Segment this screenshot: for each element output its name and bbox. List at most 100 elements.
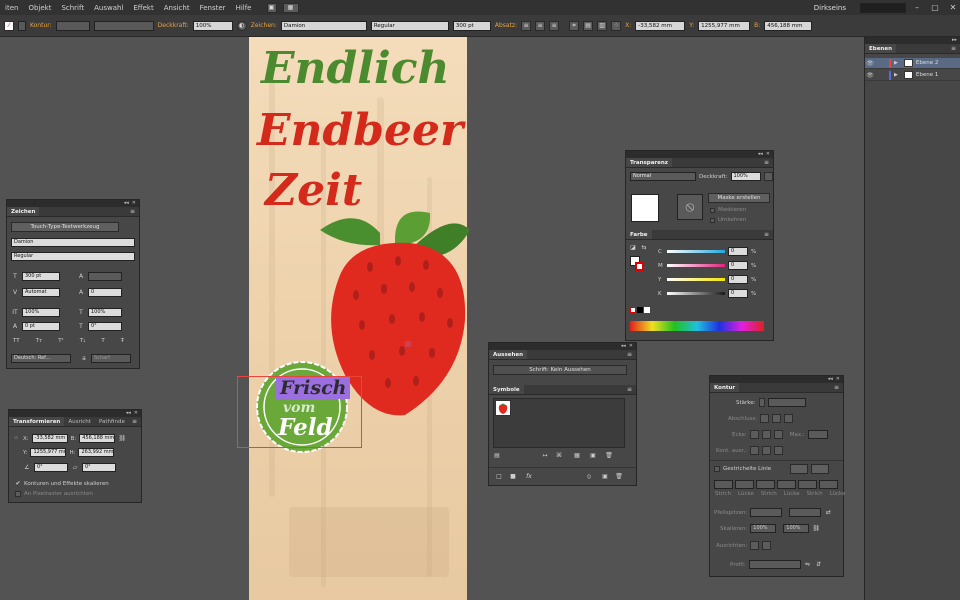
arrange-documents-icon[interactable]: ▦ (282, 2, 299, 13)
panel-menu-icon[interactable]: ≡ (834, 383, 843, 392)
end-arrowhead-dropdown[interactable] (789, 508, 822, 517)
maximize-button[interactable]: ▢ (928, 3, 942, 13)
gap-field-1[interactable] (735, 480, 754, 489)
black-field[interactable]: 0 (728, 289, 748, 298)
stroke-weight-dropdown[interactable] (55, 20, 90, 31)
round-cap-button[interactable] (772, 414, 782, 423)
tracking-field[interactable]: 0 (88, 288, 122, 297)
align-inside-stroke-button[interactable] (761, 446, 771, 455)
panel-menu-icon[interactable]: ≡ (132, 417, 141, 426)
place-symbol-icon[interactable]: ↦ (541, 452, 549, 460)
collapse-icon[interactable]: ◂◂ (621, 344, 626, 349)
layer-row-ebene-1[interactable]: 👁 ▶ Ebene 1 (865, 70, 960, 81)
headline-endbeer[interactable]: Endbeer (257, 105, 463, 156)
dash-field-2[interactable] (756, 480, 775, 489)
yellow-slider[interactable] (667, 278, 725, 281)
height-field[interactable]: 263,992 mm (78, 448, 115, 457)
fill-toggle-icon[interactable]: ■ (509, 473, 517, 481)
align-center-icon[interactable]: ≡ (535, 20, 546, 31)
duplicate-item-icon[interactable]: ▣ (601, 473, 609, 481)
eye-icon[interactable]: 👁 (865, 60, 875, 67)
menu-item-bearbeiten[interactable]: iten (0, 4, 23, 12)
font-family-field[interactable]: Damion (11, 238, 135, 247)
default-colors-icon[interactable]: ◪ (629, 244, 637, 252)
panel-menu-icon[interactable]: ≡ (951, 44, 960, 53)
strikethrough-button[interactable]: Ŧ (121, 338, 124, 344)
small-caps-button[interactable]: Tт (36, 338, 43, 344)
miter-join-button[interactable] (749, 430, 759, 439)
workspace-switcher[interactable]: Dirkseins (814, 4, 846, 12)
delete-item-icon[interactable]: 🗑 (615, 473, 623, 481)
break-link-icon[interactable]: ⌘ (555, 452, 563, 460)
kontur-label[interactable]: Kontur: (30, 22, 52, 29)
invert-mask-checkbox[interactable] (710, 217, 715, 223)
panel-menu-icon[interactable]: ≡ (627, 350, 636, 359)
black-swatch[interactable] (637, 307, 643, 313)
round-join-button[interactable] (761, 430, 771, 439)
leading-top-field[interactable] (88, 272, 122, 281)
minimize-button[interactable]: – (910, 3, 924, 13)
delete-symbol-icon[interactable]: 🗑 (605, 452, 613, 460)
opacity-field[interactable]: 100% (730, 172, 761, 181)
cyan-slider[interactable] (667, 250, 725, 253)
deckkraft-label[interactable]: Deckkraft: (158, 22, 189, 29)
dash-field-3[interactable] (798, 480, 817, 489)
collapse-icon[interactable]: ▸▸ (952, 38, 957, 43)
tab-zeichen[interactable]: Zeichen (7, 207, 40, 216)
strawberry-symbol[interactable] (495, 400, 511, 416)
absatz-label[interactable]: Absatz: (495, 22, 517, 29)
align-outside-stroke-button[interactable] (773, 446, 783, 455)
shear-field[interactable]: 0° (82, 463, 116, 472)
flip-across-icon[interactable]: ⇵ (815, 561, 823, 569)
clear-appearance-icon[interactable]: ⦸ (585, 473, 593, 481)
align-right-icon[interactable]: ≡ (549, 20, 560, 31)
bevel-join-button[interactable] (773, 430, 783, 439)
fill-dropdown[interactable] (18, 20, 26, 31)
zeichen-label[interactable]: Zeichen: (251, 22, 277, 29)
tab-ausrichten[interactable]: Ausricht (64, 417, 95, 426)
b-field[interactable]: 456,188 mm (764, 20, 813, 31)
bridge-icon[interactable]: ▣ (266, 2, 277, 13)
expand-triangle-icon[interactable]: ▶ (894, 60, 898, 66)
x-field[interactable]: -33,582 mm (635, 20, 686, 31)
font-style-field[interactable]: Regular (370, 20, 449, 31)
gap-field-3[interactable] (819, 480, 838, 489)
recolor-icon[interactable]: ◐ (236, 20, 247, 31)
font-size-field[interactable]: 300 pt (452, 20, 491, 31)
dash-field-1[interactable] (714, 480, 733, 489)
menu-item-auswahl[interactable]: Auswahl (89, 4, 128, 12)
expand-triangle-icon[interactable]: ▶ (894, 72, 898, 78)
x-field[interactable]: -33,582 mm (31, 434, 68, 443)
arrow-extend-button[interactable] (750, 541, 760, 550)
fill-swatch-icon[interactable]: ⁄ (4, 20, 14, 31)
link-arrow-scale-icon[interactable]: ⛓ (812, 525, 820, 533)
stroke-toggle-icon[interactable]: □ (495, 473, 503, 481)
close-panel-icon[interactable]: ✕ (766, 152, 770, 157)
swap-arrowheads-icon[interactable]: ⇄ (824, 509, 832, 517)
new-symbol-icon[interactable]: ▣ (589, 452, 597, 460)
menu-item-objekt[interactable]: Objekt (23, 4, 56, 12)
tab-kontur[interactable]: Kontur (710, 383, 740, 392)
collapse-icon[interactable]: ◂◂ (126, 411, 131, 416)
preserve-dash-button[interactable] (790, 464, 809, 474)
end-arrow-scale-field[interactable]: 100% (783, 524, 810, 533)
tab-symbole[interactable]: Symbole (489, 385, 524, 394)
magenta-slider[interactable] (667, 264, 725, 267)
badge-text-feld[interactable]: Feld (278, 414, 333, 441)
opacity-field[interactable]: 100% (192, 20, 233, 31)
flip-along-icon[interactable]: ⇋ (804, 561, 812, 569)
blend-mode-dropdown[interactable]: Normal (630, 172, 696, 181)
symbol-options-icon[interactable]: ▦ (573, 452, 581, 460)
badge-text-frisch[interactable]: Frisch (276, 377, 351, 399)
reference-point-icon[interactable]: ⁘ (12, 435, 20, 443)
stroke-profile-dropdown[interactable] (93, 20, 154, 31)
start-arrowhead-dropdown[interactable] (750, 508, 783, 517)
tab-farbe[interactable]: Farbe (626, 230, 652, 239)
clip-checkbox[interactable] (710, 207, 715, 213)
close-panel-icon[interactable]: ✕ (629, 344, 633, 349)
menu-item-effekt[interactable]: Effekt (128, 4, 158, 12)
tab-ebenen[interactable]: Ebenen (865, 44, 896, 53)
subscript-button[interactable]: T₁ (80, 338, 86, 344)
yellow-field[interactable]: 0 (728, 275, 748, 284)
cyan-field[interactable]: 0 (728, 247, 748, 256)
